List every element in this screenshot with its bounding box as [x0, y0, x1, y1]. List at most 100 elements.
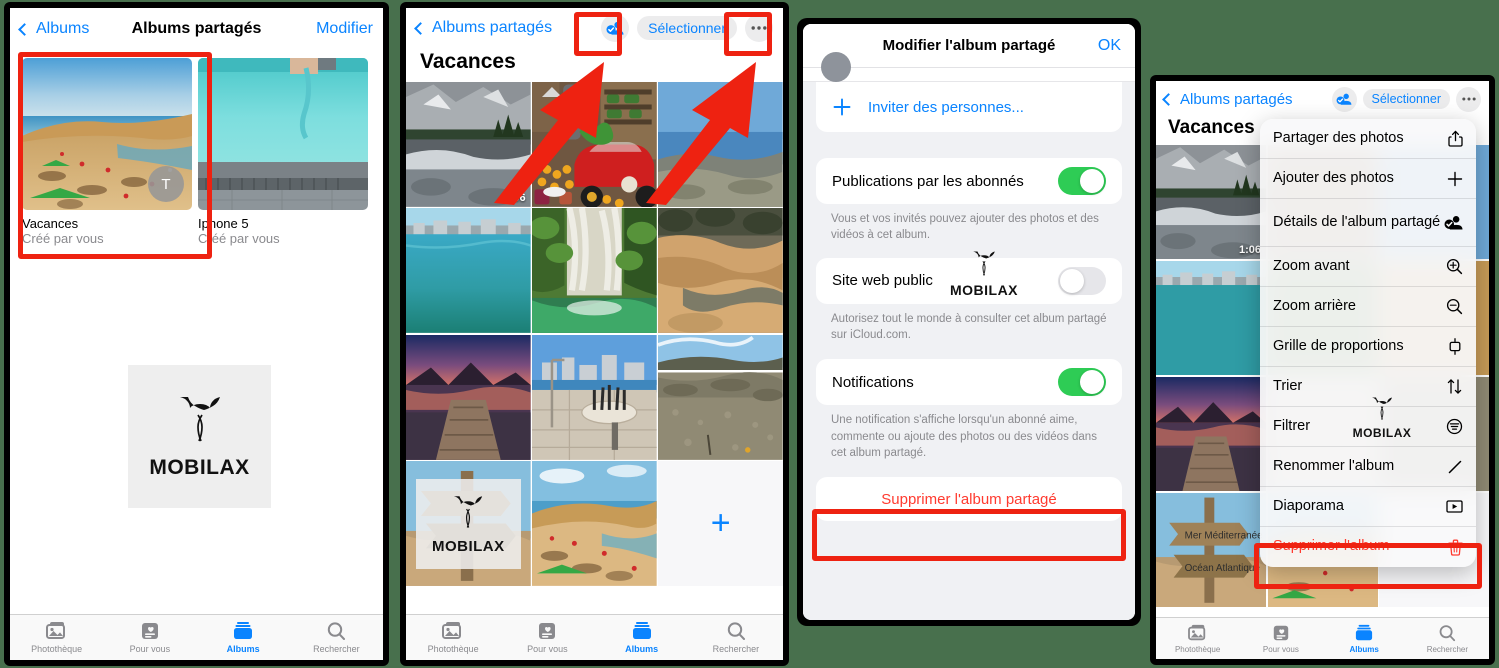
invite-card: Inviter des personnes...	[816, 82, 1122, 132]
screen-album-vacances: Albums partagés Sélectionner Vacances 1:…	[406, 8, 783, 660]
shared-album-people-icon	[606, 21, 624, 35]
photo-cell-coast[interactable]	[658, 82, 783, 207]
menu-item-renommer-album[interactable]: Renommer l'album	[1260, 447, 1476, 487]
setting-card-publications: Publications par les abonnés	[816, 158, 1122, 204]
ok-button[interactable]: OK	[1098, 37, 1121, 55]
tropical-waterfall-photo	[532, 208, 657, 334]
album-cell-vacances[interactable]: T Vacances Créé par vous	[22, 58, 192, 246]
menu-item-grille-de-proportions[interactable]: Grille de proportions	[1260, 327, 1476, 367]
photo-cell-signpost[interactable]: Mer Méditerranée Océan Atlantique	[1156, 492, 1266, 607]
for-you-icon	[1273, 625, 1289, 640]
shared-album-people-button[interactable]	[1331, 86, 1357, 112]
tab-label: Pour vous	[527, 644, 568, 654]
for-you-icon	[539, 623, 556, 639]
menu-item-details-album-partage[interactable]: Détails de l'album partagé	[1260, 199, 1476, 247]
more-ellipsis-icon	[1461, 97, 1476, 101]
photo-cell-pier-sunset[interactable]	[406, 334, 531, 460]
menu-item-label: Détails de l'album partagé	[1273, 213, 1441, 230]
photo-cell-waterfall[interactable]	[532, 208, 657, 334]
pier-sunset-photo	[406, 334, 531, 460]
photo-cell-beach-umbrellas[interactable]	[532, 461, 657, 586]
toggle-notifications[interactable]	[1058, 368, 1106, 397]
tab-pour-vous[interactable]: Pour vous	[1239, 618, 1322, 659]
setting-row-publications[interactable]: Publications par les abonnés	[816, 158, 1122, 204]
menu-item-zoom-arriere[interactable]: Zoom arrière	[1260, 287, 1476, 327]
add-photos-cell[interactable]: +	[658, 461, 783, 586]
photo-cell-arid-plain[interactable]	[658, 334, 783, 460]
setting-row-notifications[interactable]: Notifications	[816, 359, 1122, 405]
tab-albums[interactable]: Albums	[595, 615, 689, 660]
toggle-site-web[interactable]	[1058, 266, 1106, 295]
invite-people-row[interactable]: Inviter des personnes...	[816, 82, 1122, 132]
more-options-button[interactable]	[745, 14, 773, 42]
tab-pour-vous[interactable]: Pour vous	[500, 615, 594, 660]
menu-item-zoom-avant[interactable]: Zoom avant	[1260, 247, 1476, 287]
photo-cell-waterfall-video[interactable]: 1:06	[406, 82, 531, 207]
tab-label: Albums	[625, 644, 659, 654]
album-subtitle: Créé par vous	[198, 231, 280, 246]
tab-rechercher[interactable]: Rechercher	[689, 615, 783, 660]
phone-frame-2: Albums partagés Sélectionner Vacances 1:…	[400, 2, 789, 666]
select-button[interactable]: Sélectionner	[637, 16, 737, 40]
back-button-albums-partages[interactable]: Albums partagés	[414, 19, 552, 37]
menu-item-ajouter-des-photos[interactable]: Ajouter des photos	[1260, 159, 1476, 199]
delete-shared-album-label: Supprimer l'album partagé	[881, 490, 1057, 508]
mobilax-logo-icon	[179, 397, 220, 442]
watermark-mobilax-1: MOBILAX	[128, 365, 271, 508]
photo-cell-signpost-watermark[interactable]: MOBILAX	[406, 461, 531, 586]
edit-button[interactable]: Modifier	[316, 20, 373, 38]
photo-cell-bay[interactable]	[406, 208, 531, 334]
more-ellipsis-icon	[751, 26, 767, 30]
menu-item-diaporama[interactable]: Diaporama	[1260, 487, 1476, 527]
search-icon	[727, 622, 745, 640]
signpost-photo: Mer Méditerranée Océan Atlantique	[1156, 492, 1266, 607]
albums-icon	[234, 622, 253, 639]
menu-item-partager-des-photos[interactable]: Partager des photos	[1260, 119, 1476, 159]
menu-item-supprimer-album[interactable]: Supprimer l'album	[1260, 527, 1476, 567]
photos-icon	[1187, 624, 1205, 640]
album-cell-iphone5[interactable]: Iphone 5 Créé par vous	[198, 58, 368, 246]
tab-albums[interactable]: Albums	[1323, 618, 1406, 659]
shared-album-people-icon	[1441, 214, 1463, 231]
photos-icon	[442, 622, 462, 639]
aspect-grid-icon	[1441, 338, 1463, 355]
tab-label: Albums	[1349, 644, 1379, 654]
mobilax-logo-icon	[973, 251, 995, 276]
photo-cell-pier-sunset[interactable]	[1156, 376, 1266, 492]
toggle-publications[interactable]	[1058, 167, 1106, 195]
screen-albums-list: Albums Albums partagés Modifier T Vacanc…	[10, 8, 383, 660]
photo-cell-promenade[interactable]	[532, 334, 657, 460]
photo-cell-red-car[interactable]	[532, 82, 657, 207]
tab-label: Photothèque	[427, 644, 479, 654]
tab-photothèque[interactable]: Photothèque	[406, 615, 500, 660]
photo-cell-waterfall-video[interactable]: 1:06	[1156, 145, 1266, 260]
setting-card-site-web: Site web public MOBILAX	[816, 251, 1122, 304]
back-button-albums-partages[interactable]: Albums partagés	[1162, 91, 1293, 108]
menu-item-label: Partager des photos	[1273, 129, 1404, 146]
select-button[interactable]: Sélectionner	[1362, 89, 1450, 109]
tab-rechercher[interactable]: Rechercher	[290, 615, 383, 660]
photo-cell-bay[interactable]	[1156, 260, 1266, 376]
back-button-albums[interactable]: Albums	[18, 20, 89, 38]
screen-album-context-menu: Albums partagés Sélectionner Vacances 1:…	[1156, 81, 1489, 659]
more-options-button[interactable]	[1456, 86, 1481, 112]
tab-albums[interactable]: Albums	[197, 615, 290, 660]
tab-pour-vous[interactable]: Pour vous	[103, 615, 196, 660]
navbar-1: Albums Albums partagés Modifier	[10, 8, 383, 50]
watermark-text: MOBILAX	[431, 537, 505, 555]
shared-album-people-button[interactable]	[601, 14, 630, 42]
seafront-promenade-photo	[532, 334, 657, 460]
menu-item-label: Renommer l'album	[1273, 457, 1395, 474]
delete-shared-album-card: Supprimer l'album partagé	[816, 477, 1122, 522]
setting-label: Notifications	[832, 373, 914, 391]
tab-rechercher[interactable]: Rechercher	[1406, 618, 1489, 659]
subscriber-row-partial[interactable]	[803, 52, 1135, 82]
tab-photothèque[interactable]: Photothèque	[10, 615, 103, 660]
delete-shared-album-button[interactable]: Supprimer l'album partagé	[816, 477, 1122, 521]
menu-item-label: Grille de proportions	[1273, 337, 1404, 354]
photo-cell-rocky-cove[interactable]	[658, 208, 783, 334]
tab-photothèque[interactable]: Photothèque	[1156, 618, 1239, 659]
tab-label: Rechercher	[313, 644, 360, 654]
tabbar-4: Photothèque Pour vous Albums Rechercher	[1156, 617, 1489, 659]
tab-label: Pour vous	[1262, 644, 1299, 654]
